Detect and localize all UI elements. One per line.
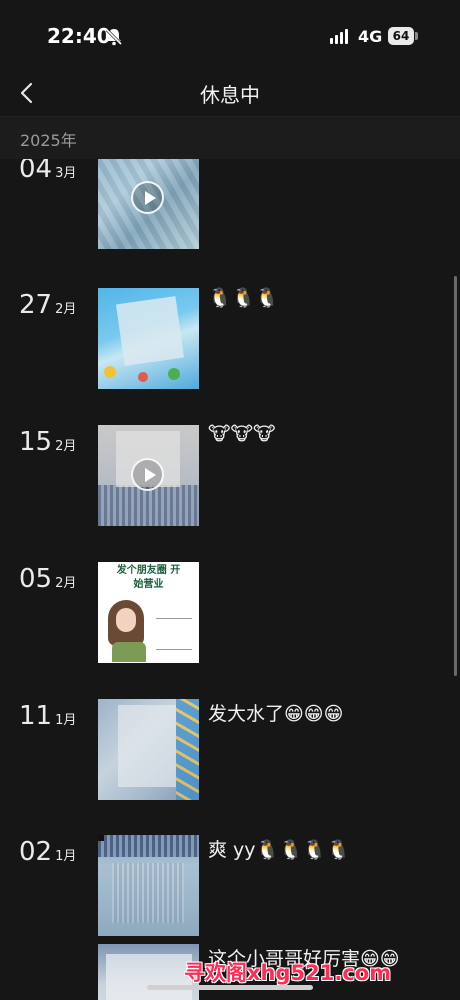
post-month: 2月	[55, 302, 77, 317]
mute-bell-icon	[105, 28, 123, 46]
post-month: 2月	[55, 439, 77, 454]
post-date: 11 1月	[19, 701, 76, 731]
nav-bar: 休息中	[0, 72, 460, 116]
post-date: 02 1月	[19, 837, 76, 867]
post-month: 2月	[55, 576, 77, 591]
year-header: 2025年	[0, 116, 460, 159]
post-month: 3月	[55, 166, 77, 181]
post-photo-thumbnail[interactable]	[98, 835, 199, 936]
post-photo-thumbnail[interactable]	[98, 699, 199, 800]
post-day: 04	[19, 158, 53, 184]
moments-feed[interactable]: 04 3月 27 2月 🐧🐧🐧 15 2月 🐮🐮🐮 05 2月 发个朋友圈 开始…	[0, 158, 460, 1000]
post-caption: 🐮🐮🐮	[208, 423, 276, 445]
status-time: 22:40	[47, 24, 111, 48]
post-video-thumbnail[interactable]	[98, 158, 199, 249]
post-date: 04 3月	[19, 158, 76, 184]
battery-nub	[415, 32, 418, 40]
post-photo-thumbnail[interactable]: 发个朋友圈 开始营业	[98, 562, 199, 663]
post-photo-thumbnail[interactable]	[98, 288, 199, 389]
post-date: 05 2月	[19, 564, 76, 594]
post-date: 27 2月	[19, 290, 76, 320]
post-day: 27	[19, 290, 53, 320]
post-day: 11	[19, 701, 53, 731]
post-date: 15 2月	[19, 427, 76, 457]
page-title: 休息中	[200, 83, 260, 107]
post-caption: 爽 yy🐧🐧🐧🐧	[208, 839, 351, 861]
battery-icon: 64	[388, 27, 414, 45]
scrollbar[interactable]	[454, 276, 457, 676]
network-type: 4G	[358, 27, 383, 46]
post-day: 15	[19, 427, 53, 457]
status-bar: 22:40 4G 64	[0, 0, 460, 72]
image-text: 发个朋友圈 开始营业	[116, 565, 181, 590]
post-caption: 🐧🐧🐧	[208, 287, 279, 309]
post-caption: 发大水了😁😁😁	[208, 703, 344, 725]
watermark-text: 寻欢阁xhg521.com	[184, 961, 392, 985]
post-month: 1月	[55, 849, 77, 864]
post-video-thumbnail[interactable]	[98, 425, 199, 526]
cellular-signal-icon	[330, 28, 354, 44]
post-month: 1月	[55, 713, 77, 728]
play-icon[interactable]	[131, 181, 164, 214]
post-day: 02	[19, 837, 53, 867]
post-day: 05	[19, 564, 53, 594]
home-indicator[interactable]	[147, 985, 313, 990]
play-icon[interactable]	[131, 458, 164, 491]
year-label: 2025年	[20, 131, 77, 150]
